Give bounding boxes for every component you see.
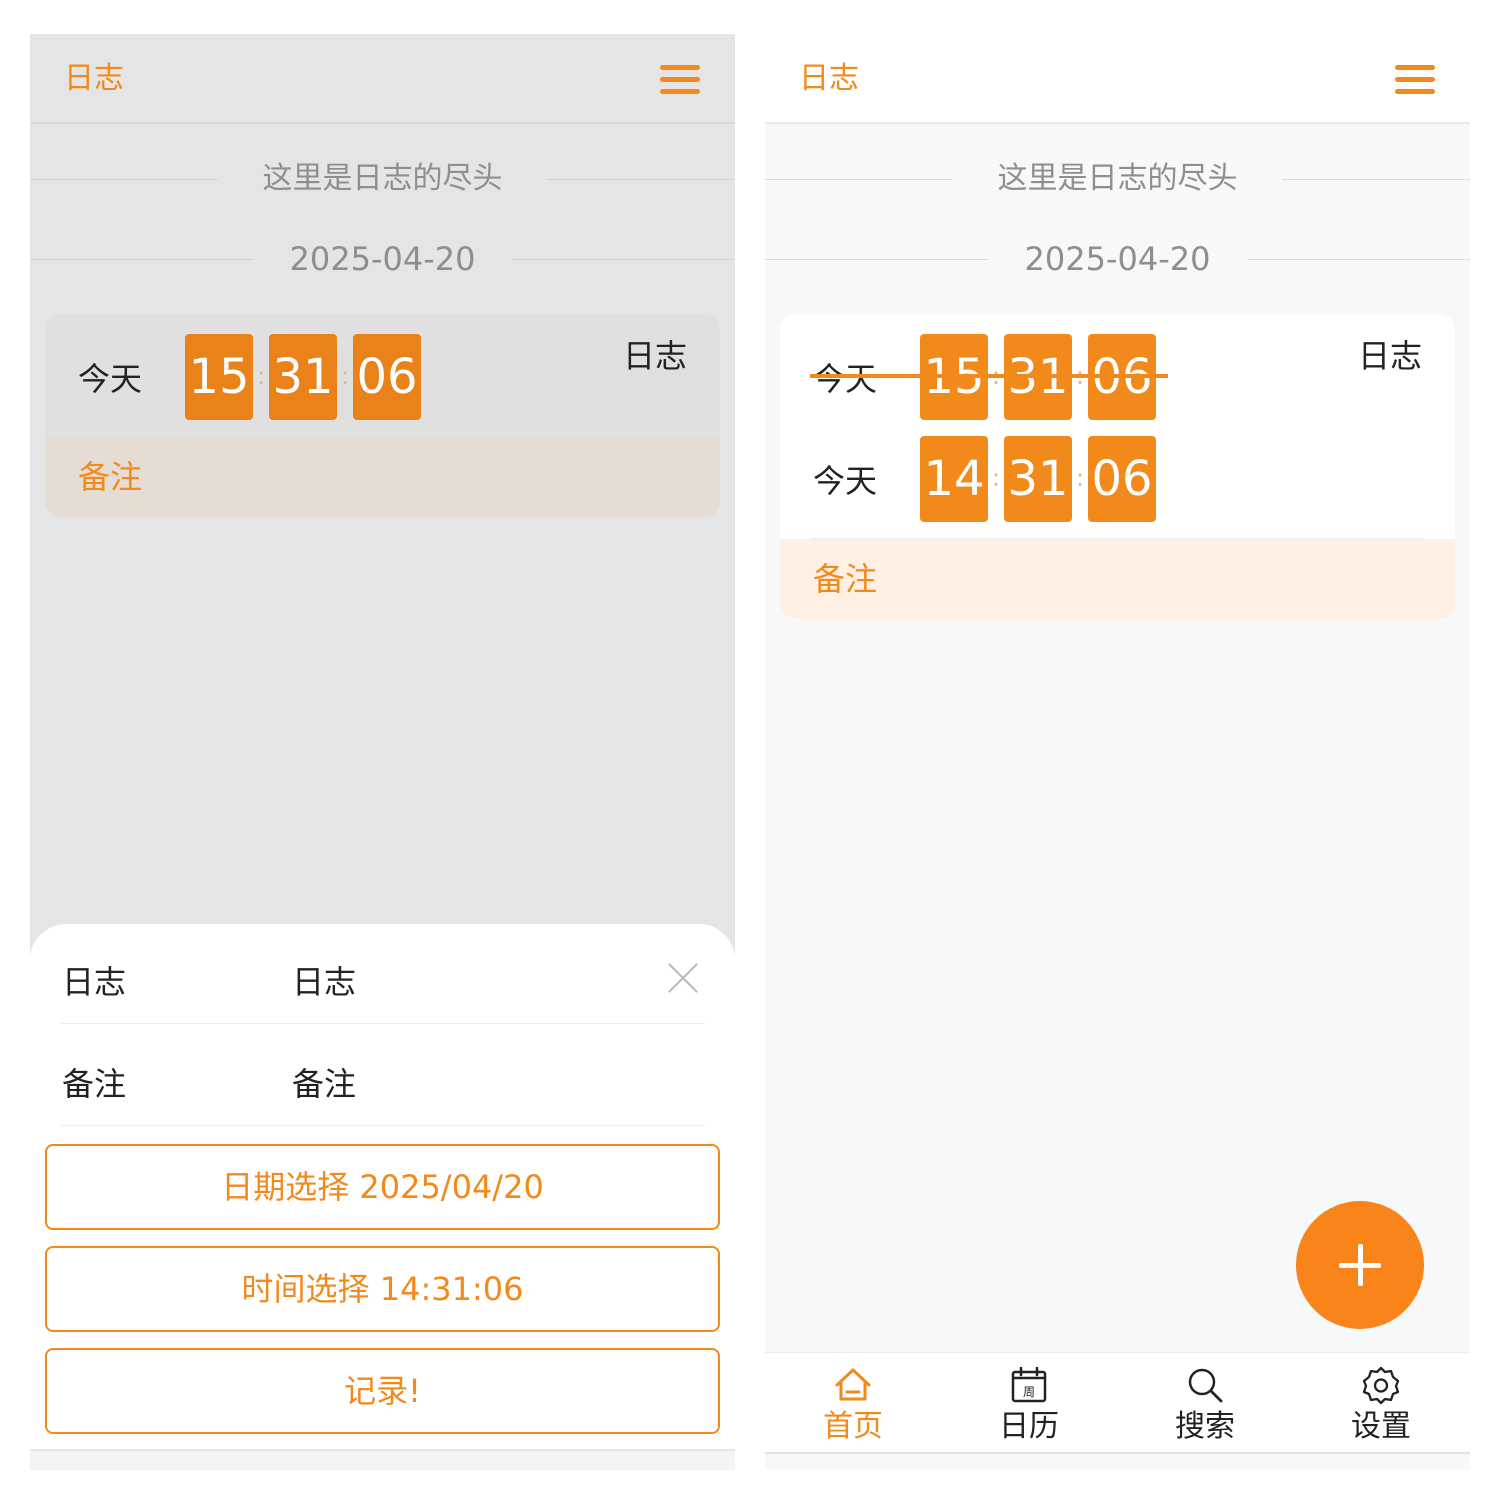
app-header: 日志: [765, 34, 1470, 124]
home-indicator-area: [30, 1449, 735, 1470]
search-icon: [1188, 1368, 1223, 1403]
new-second-digit: 06: [1088, 436, 1156, 522]
date-divider: 2025-04-20: [30, 239, 735, 279]
new-entry-sheet: 日志 日志 备注 备注 日期选择 2025/04/20 时间选择 14:31:0…: [30, 924, 735, 1470]
note-input[interactable]: 备注: [292, 1064, 692, 1104]
tab-home[interactable]: 首页: [765, 1353, 941, 1453]
tab-search-label: 搜索: [1175, 1409, 1235, 1444]
title-field-label: 日志: [62, 963, 127, 1001]
tab-home-label: 首页: [823, 1409, 883, 1444]
new-time-row: 今天 14 : 31 : 06: [780, 436, 1455, 526]
add-entry-button[interactable]: [1296, 1201, 1424, 1329]
menu-icon[interactable]: [660, 64, 700, 96]
app-title: 日志: [799, 61, 859, 96]
entry-note-text: 备注: [78, 458, 143, 496]
left-screen: 日志 这里是日志的尽头 2025-04-20 今天 15 : 31 : 06 日…: [30, 34, 735, 1470]
entry-title: 日志: [622, 337, 687, 375]
app-title: 日志: [64, 61, 124, 96]
minute-digit: 31: [269, 334, 337, 420]
new-hour-digit: 14: [920, 436, 988, 522]
home-icon: [835, 1368, 871, 1401]
menu-icon[interactable]: [1395, 64, 1435, 96]
tab-settings[interactable]: 设置: [1293, 1353, 1469, 1453]
end-of-log-divider: 这里是日志的尽头: [30, 159, 735, 199]
date-picker-button[interactable]: 日期选择 2025/04/20: [45, 1144, 720, 1230]
time-picker-button[interactable]: 时间选择 14:31:06: [45, 1246, 720, 1332]
colon-separator: :: [991, 464, 1001, 492]
app-header: 日志: [30, 34, 735, 124]
note-field-label: 备注: [62, 1065, 127, 1103]
strikethrough-line: [810, 374, 1168, 378]
bottom-tab-bar: 首页 周 日历 搜索 设置: [765, 1352, 1470, 1452]
entry-note: 备注: [780, 539, 1455, 619]
log-entry-card[interactable]: 今天 15 : 31 : 06 日志 备注: [45, 314, 720, 517]
home-indicator-area: [765, 1452, 1470, 1470]
settings-gear-icon: [1362, 1366, 1400, 1405]
new-minute-digit: 31: [1004, 436, 1072, 522]
colon-separator: :: [1075, 464, 1085, 492]
note-field: 备注 备注: [60, 1026, 705, 1126]
title-input[interactable]: 日志: [292, 962, 692, 1002]
tab-settings-label: 设置: [1351, 1409, 1411, 1444]
entry-title: 日志: [1357, 337, 1422, 375]
tab-search[interactable]: 搜索: [1117, 1353, 1293, 1453]
calendar-icon-glyph: 周: [1023, 1385, 1035, 1399]
new-day-label: 今天: [813, 462, 878, 500]
colon-separator: :: [340, 362, 350, 390]
tab-calendar-label: 日历: [999, 1409, 1059, 1444]
title-field: 日志 日志: [60, 924, 705, 1024]
hour-digit: 15: [185, 334, 253, 420]
entry-note-text: 备注: [813, 560, 878, 598]
record-button[interactable]: 记录!: [45, 1348, 720, 1434]
entry-time-row: 今天 15 : 31 : 06: [45, 334, 720, 424]
colon-separator: :: [256, 362, 266, 390]
date-divider: 2025-04-20: [765, 239, 1470, 279]
second-digit: 06: [353, 334, 421, 420]
old-day-label: 今天: [813, 360, 878, 398]
old-time-row: 今天 15 : 31 : 06: [780, 334, 1455, 424]
entry-note: 备注: [45, 437, 720, 517]
right-screen: 日志 这里是日志的尽头 2025-04-20 今天 15 : 31 : 06 今…: [765, 34, 1470, 1470]
calendar-week-icon: 周: [1011, 1366, 1047, 1403]
log-entry-card[interactable]: 今天 15 : 31 : 06 今天 14 : 31 : 06 日志 备注: [780, 314, 1455, 619]
tab-calendar[interactable]: 周 日历: [941, 1353, 1117, 1453]
end-of-log-divider: 这里是日志的尽头: [765, 159, 1470, 199]
day-label: 今天: [78, 360, 143, 398]
